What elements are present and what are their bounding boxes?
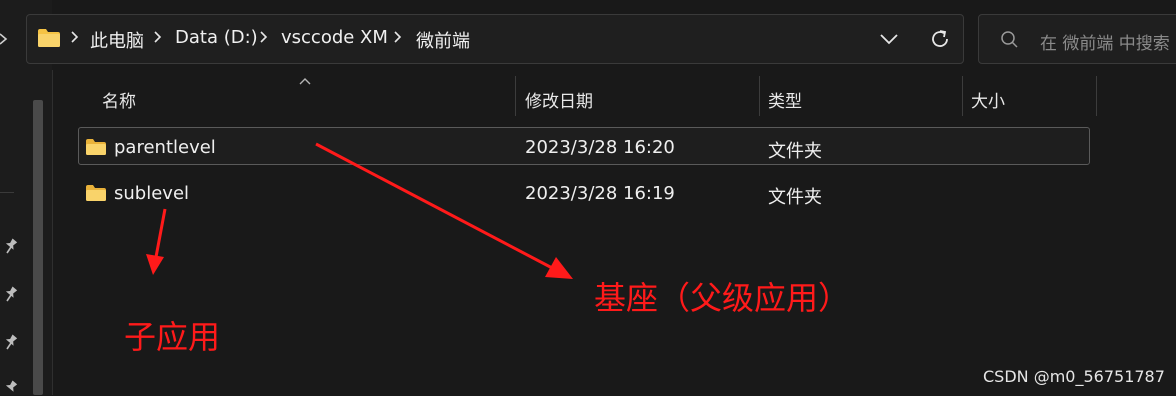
navigation-divider	[0, 192, 14, 193]
chevron-down-icon[interactable]	[878, 30, 900, 48]
refresh-icon[interactable]	[928, 27, 952, 51]
folder-icon	[38, 29, 60, 47]
file-name[interactable]: parentlevel	[114, 137, 216, 158]
column-header-name[interactable]: 名称	[102, 87, 136, 112]
breadcrumb-item-this-pc[interactable]: 此电脑	[90, 27, 144, 53]
column-divider[interactable]	[515, 76, 516, 116]
chevron-right-icon[interactable]	[0, 26, 16, 52]
folder-icon	[86, 185, 106, 201]
pin-icon[interactable]	[2, 378, 20, 396]
folder-icon	[86, 139, 106, 155]
watermark: CSDN @m0_56751787	[983, 367, 1165, 386]
breadcrumb-separator-icon	[260, 31, 268, 43]
pane-divider	[52, 70, 53, 395]
pin-icon[interactable]	[2, 284, 20, 302]
column-header-size[interactable]: 大小	[971, 87, 1005, 112]
breadcrumb-item-vscode-xm[interactable]: vsccode XM	[281, 27, 388, 48]
annotation-child-app: 子应用	[124, 318, 221, 356]
address-bar[interactable]	[26, 14, 964, 64]
file-type: 文件夹	[768, 141, 822, 162]
annotation-base-app: 基座（父级应用）	[594, 279, 851, 317]
column-divider[interactable]	[759, 76, 760, 116]
breadcrumb-item-data-drive[interactable]: Data (D:)	[175, 27, 258, 48]
search-icon	[1001, 31, 1018, 48]
breadcrumb-item-current[interactable]: 微前端	[416, 27, 470, 53]
breadcrumb-separator-icon	[71, 31, 79, 43]
search-placeholder[interactable]: 在 微前端 中搜索	[1040, 29, 1170, 54]
column-header-modified[interactable]: 修改日期	[525, 87, 593, 112]
column-header-type[interactable]: 类型	[768, 87, 802, 112]
breadcrumb-separator-icon	[394, 31, 402, 43]
breadcrumb-separator-icon	[154, 31, 162, 43]
column-divider[interactable]	[1096, 76, 1097, 116]
column-divider[interactable]	[962, 76, 963, 116]
pin-icon[interactable]	[2, 332, 20, 350]
file-modified: 2023/3/28 16:19	[525, 183, 675, 204]
file-modified: 2023/3/28 16:20	[525, 137, 675, 158]
navigation-scrollbar[interactable]	[33, 100, 43, 395]
file-type: 文件夹	[768, 187, 822, 208]
pin-icon[interactable]	[2, 236, 20, 254]
file-name[interactable]: sublevel	[114, 183, 189, 204]
sort-ascending-icon	[299, 78, 311, 85]
arrow-to-child	[146, 208, 167, 275]
